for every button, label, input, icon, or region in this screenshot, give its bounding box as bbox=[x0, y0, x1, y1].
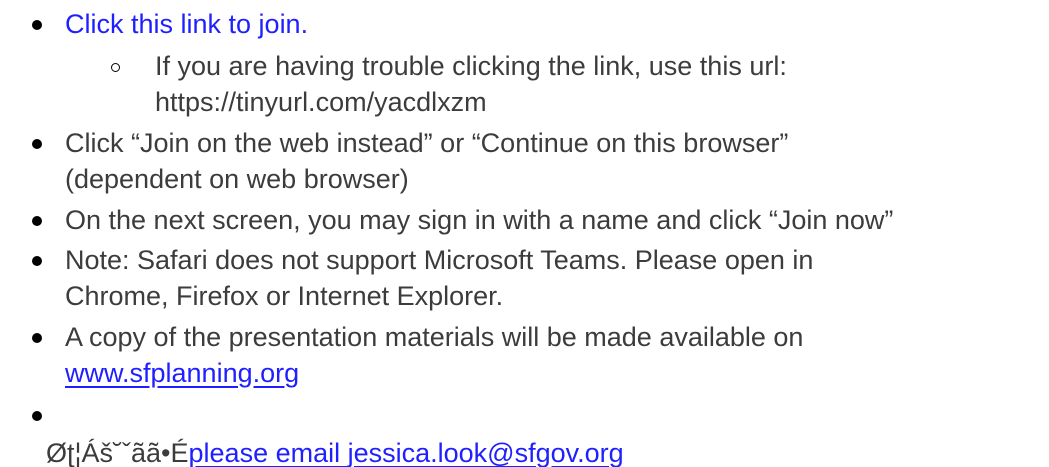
bullet-icon bbox=[32, 411, 42, 421]
safari-note: Note: Safari does not support Microsoft … bbox=[65, 245, 814, 275]
bullet-icon bbox=[32, 20, 42, 30]
materials-note: A copy of the presentation materials wil… bbox=[65, 322, 804, 352]
join-web-instruction-cont: (dependent on web browser) bbox=[65, 164, 409, 194]
join-link[interactable]: Click this link to join. bbox=[65, 8, 308, 40]
bullet-icon bbox=[32, 139, 42, 149]
sub-bullet-icon bbox=[111, 63, 120, 72]
safari-note-cont: Chrome, Firefox or Internet Explorer. bbox=[65, 281, 504, 311]
sign-in-instruction: On the next screen, you may sign in with… bbox=[65, 205, 894, 235]
garbled-text: Øʈ¦Áš˘ˇãã•É bbox=[46, 438, 189, 467]
tinyurl-text: https://tinyurl.com/yacdlxzm bbox=[155, 87, 487, 117]
sfplanning-link[interactable]: www.sfplanning.org bbox=[65, 357, 299, 389]
bullet-icon bbox=[32, 256, 42, 266]
join-web-instruction: Click “Join on the web instead” or “Cont… bbox=[65, 128, 789, 158]
email-link[interactable]: jessica.look@sfgov.org bbox=[348, 438, 624, 467]
email-line: Øʈ¦Áš˘ˇãã•Éplease email jessica.look@sfg… bbox=[46, 437, 624, 467]
bullet-icon bbox=[32, 333, 42, 343]
trouble-text: If you are having trouble clicking the l… bbox=[155, 51, 787, 81]
document-page: Click this link to join. If you are havi… bbox=[0, 0, 1049, 467]
please-email-text[interactable]: please email bbox=[189, 438, 348, 467]
bullet-icon bbox=[32, 216, 42, 226]
